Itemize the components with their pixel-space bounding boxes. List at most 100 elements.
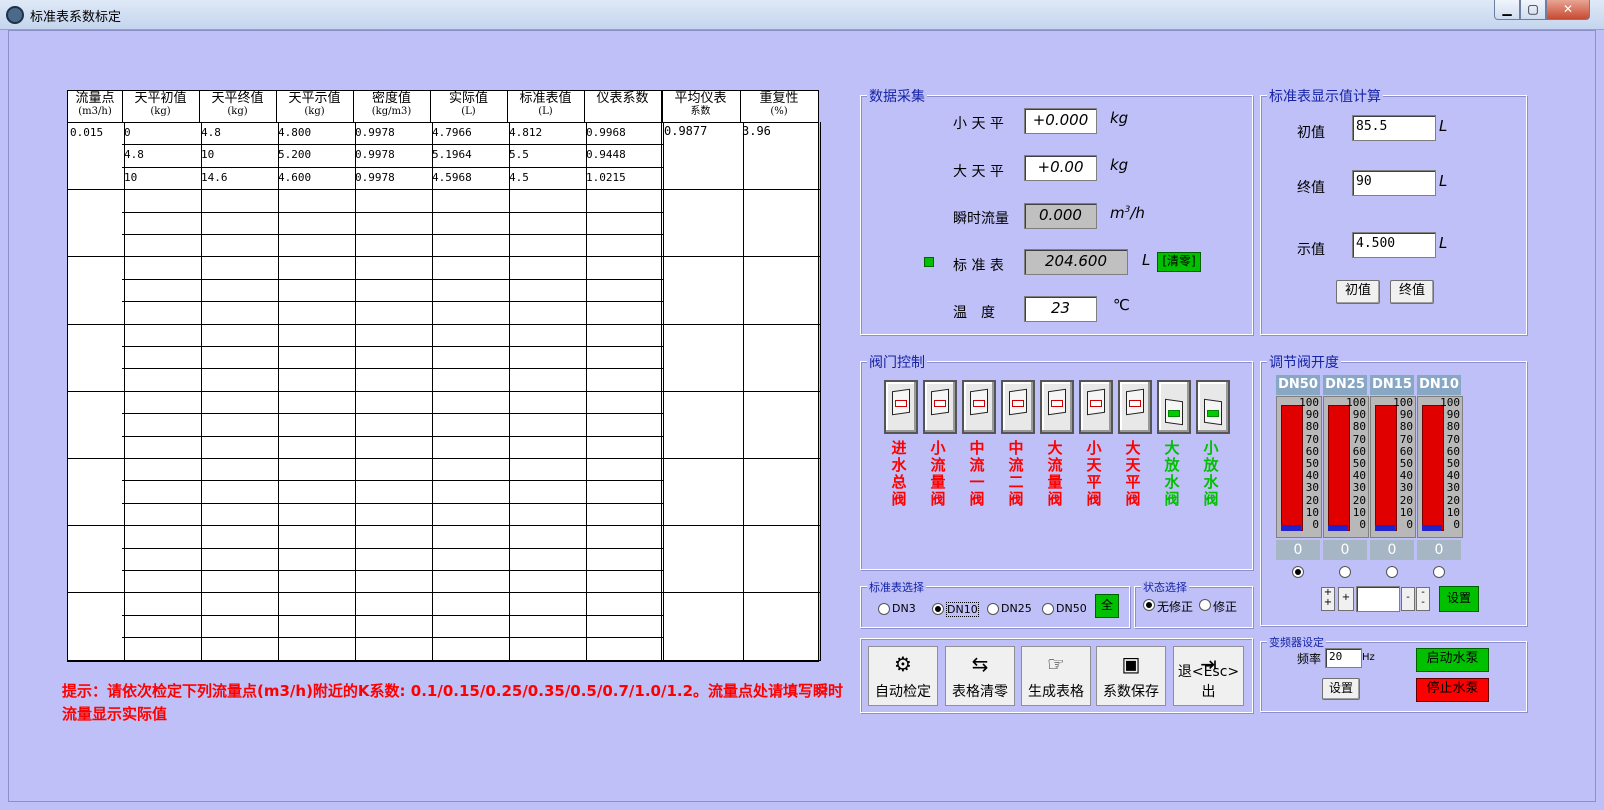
- table-cell[interactable]: [276, 413, 356, 437]
- plus-button[interactable]: +: [1338, 587, 1354, 611]
- table-cell[interactable]: [507, 458, 587, 482]
- table-cell[interactable]: [430, 502, 510, 527]
- table-cell[interactable]: [430, 234, 510, 258]
- table-cell[interactable]: 5.5: [507, 144, 587, 168]
- table-cell[interactable]: [507, 189, 587, 213]
- table-cell[interactable]: [122, 547, 202, 571]
- tool-button[interactable]: ⇥ 退<Esc>出: [1173, 646, 1244, 706]
- flow-point-cell[interactable]: [68, 525, 125, 594]
- table-cell[interactable]: [276, 211, 356, 235]
- table-cell[interactable]: [430, 346, 510, 370]
- table-cell[interactable]: [430, 592, 510, 616]
- table-cell[interactable]: 10: [122, 166, 202, 191]
- table-cell[interactable]: [430, 637, 510, 661]
- table-cell[interactable]: [584, 614, 664, 639]
- table-cell[interactable]: [122, 256, 202, 280]
- table-cell[interactable]: [199, 234, 279, 258]
- table-cell[interactable]: [507, 502, 587, 527]
- table-cell[interactable]: [584, 480, 664, 504]
- table-cell[interactable]: [584, 435, 664, 459]
- table-cell[interactable]: [584, 525, 664, 549]
- table-cell[interactable]: [276, 435, 356, 459]
- table-cell[interactable]: [276, 278, 356, 303]
- table-cell[interactable]: [276, 614, 356, 639]
- table-cell[interactable]: [199, 301, 279, 325]
- table-cell[interactable]: [353, 323, 433, 347]
- table-cell[interactable]: [430, 189, 510, 213]
- table-cell[interactable]: [430, 368, 510, 392]
- calc-init-input[interactable]: 85.5: [1352, 115, 1436, 141]
- table-cell[interactable]: 0.9448: [584, 144, 664, 168]
- table-cell[interactable]: [353, 435, 433, 459]
- valve-switch[interactable]: [1118, 380, 1152, 434]
- tool-button[interactable]: ☞ 生成表格: [1021, 646, 1091, 706]
- table-cell[interactable]: [353, 413, 433, 437]
- table-cell[interactable]: [199, 525, 279, 549]
- table-cell[interactable]: [199, 480, 279, 504]
- table-cell[interactable]: [276, 547, 356, 571]
- step-minus-button[interactable]: --: [1416, 587, 1430, 611]
- table-cell[interactable]: 4.800: [276, 122, 356, 146]
- table-cell[interactable]: 4.5968: [430, 166, 510, 191]
- table-cell[interactable]: [353, 547, 433, 571]
- table-cell[interactable]: [353, 234, 433, 258]
- table-cell[interactable]: [430, 211, 510, 235]
- state-select-radio[interactable]: [1143, 599, 1155, 611]
- table-cell[interactable]: [122, 458, 202, 482]
- gauge-select-radio[interactable]: [1386, 566, 1398, 578]
- table-cell[interactable]: [199, 637, 279, 661]
- state-select-radio[interactable]: [1199, 599, 1211, 611]
- table-cell[interactable]: 4.5: [507, 166, 587, 191]
- table-cell[interactable]: [507, 435, 587, 459]
- table-cell[interactable]: [353, 278, 433, 303]
- table-cell[interactable]: [430, 614, 510, 639]
- table-cell[interactable]: [122, 346, 202, 370]
- table-cell[interactable]: [276, 525, 356, 549]
- table-cell[interactable]: [199, 278, 279, 303]
- table-cell[interactable]: [122, 480, 202, 504]
- flow-point-cell[interactable]: [68, 390, 125, 459]
- table-cell[interactable]: [276, 570, 356, 594]
- table-cell[interactable]: 4.600: [276, 166, 356, 191]
- flow-point-cell[interactable]: 0.015: [68, 122, 125, 191]
- table-cell[interactable]: [353, 480, 433, 504]
- std-select-label[interactable]: DN3: [892, 602, 916, 615]
- table-cell[interactable]: [507, 278, 587, 303]
- std-select-label[interactable]: DN10: [946, 602, 979, 617]
- table-cell[interactable]: [584, 256, 664, 280]
- tool-button[interactable]: ⚙ 自动检定: [868, 646, 938, 706]
- table-cell[interactable]: [199, 346, 279, 370]
- table-cell[interactable]: [199, 323, 279, 347]
- flow-point-cell[interactable]: [68, 189, 125, 258]
- table-cell[interactable]: [430, 525, 510, 549]
- table-cell[interactable]: [584, 502, 664, 527]
- table-cell[interactable]: [276, 502, 356, 527]
- table-cell[interactable]: [507, 323, 587, 347]
- table-cell[interactable]: [122, 435, 202, 459]
- table-cell[interactable]: 5.200: [276, 144, 356, 168]
- table-cell[interactable]: [122, 323, 202, 347]
- table-cell[interactable]: [507, 570, 587, 594]
- valve-switch[interactable]: [1157, 380, 1191, 434]
- table-cell[interactable]: [122, 502, 202, 527]
- table-cell[interactable]: [353, 211, 433, 235]
- table-cell[interactable]: [199, 614, 279, 639]
- state-select-label[interactable]: 无修正: [1157, 598, 1193, 615]
- table-cell[interactable]: [584, 301, 664, 325]
- table-cell[interactable]: [199, 256, 279, 280]
- table-cell[interactable]: 14.6: [199, 166, 279, 191]
- table-cell[interactable]: [353, 458, 433, 482]
- valve-switch[interactable]: [1001, 380, 1035, 434]
- table-cell[interactable]: [199, 458, 279, 482]
- table-cell[interactable]: 0.9978: [353, 144, 433, 168]
- flow-point-cell[interactable]: [68, 592, 125, 661]
- table-cell[interactable]: [507, 413, 587, 437]
- std-select-radio[interactable]: [878, 603, 890, 615]
- table-cell[interactable]: [122, 189, 202, 213]
- table-cell[interactable]: [122, 525, 202, 549]
- valve-switch[interactable]: [884, 380, 918, 434]
- std-select-label[interactable]: DN50: [1056, 602, 1087, 615]
- table-cell[interactable]: [276, 637, 356, 661]
- gauge-select-radio[interactable]: [1433, 566, 1445, 578]
- table-cell[interactable]: [353, 525, 433, 549]
